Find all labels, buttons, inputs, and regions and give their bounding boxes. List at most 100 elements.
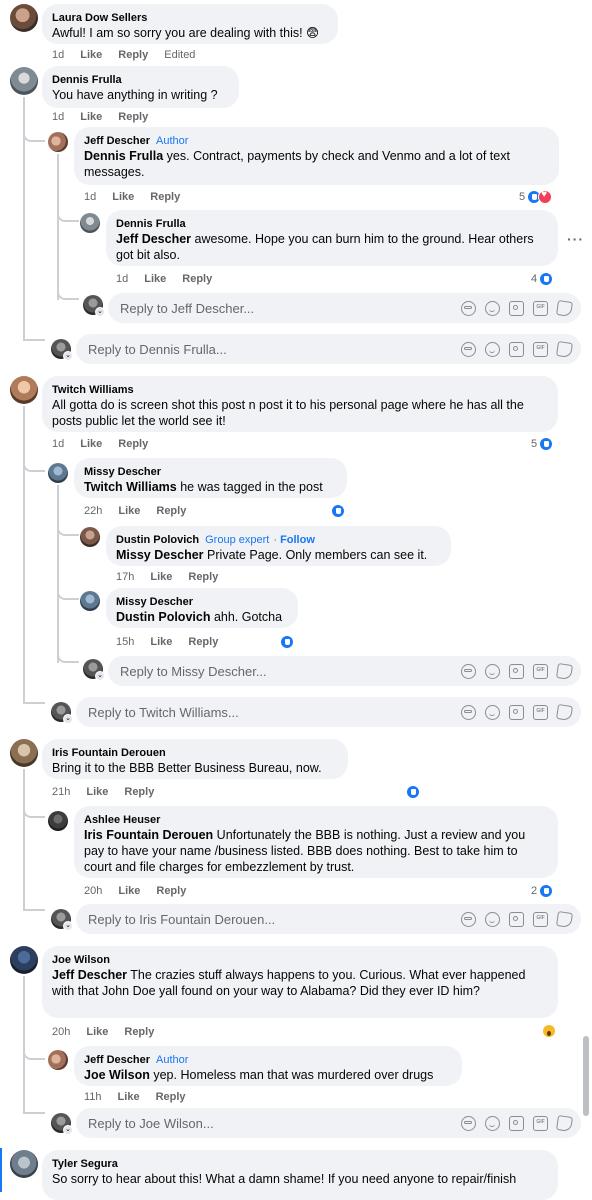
avatar-sticker-icon[interactable]	[461, 704, 476, 720]
avatar[interactable]	[10, 376, 38, 404]
gif-icon[interactable]	[533, 704, 548, 720]
mention-link[interactable]: Dustin Polovich	[116, 610, 210, 624]
group-expert-badge[interactable]: Group expert	[205, 534, 269, 546]
reply-author-name[interactable]: Dustin Polovich	[116, 534, 199, 546]
chevron-down-icon[interactable]: ⌄	[63, 1125, 73, 1135]
comment-author[interactable]: Joe Wilson	[52, 953, 548, 967]
chevron-down-icon[interactable]: ⌄	[63, 351, 73, 361]
chevron-down-icon[interactable]: ⌄	[95, 671, 105, 681]
avatar[interactable]	[80, 591, 100, 611]
camera-icon[interactable]	[509, 911, 524, 927]
emoji-icon[interactable]	[485, 704, 500, 720]
sticker-icon[interactable]	[556, 662, 573, 680]
gif-icon[interactable]	[533, 341, 548, 357]
follow-link[interactable]: · Follow	[273, 534, 315, 546]
reply-author[interactable]: Ashlee Heuser	[84, 813, 548, 827]
reply-button[interactable]: Reply	[150, 191, 180, 203]
reply-time[interactable]: 22h	[84, 505, 102, 517]
mention-link[interactable]: Dennis Frulla	[84, 149, 163, 163]
sticker-icon[interactable]	[556, 340, 573, 358]
comment-author[interactable]: Dennis Frulla	[52, 73, 229, 87]
avatar[interactable]	[10, 67, 38, 95]
avatar[interactable]	[10, 739, 38, 767]
gif-icon[interactable]	[533, 300, 548, 316]
emoji-icon[interactable]	[485, 1115, 500, 1131]
reply-button[interactable]: Reply	[188, 571, 218, 583]
reply-time[interactable]: 1d	[84, 191, 96, 203]
chevron-down-icon[interactable]: ⌄	[63, 714, 73, 724]
camera-icon[interactable]	[509, 341, 524, 357]
reply-time[interactable]: 17h	[116, 571, 134, 583]
reply-button[interactable]: Reply	[124, 786, 154, 798]
reply-time[interactable]: 1d	[116, 273, 128, 285]
reply-input[interactable]	[86, 910, 461, 928]
like-button[interactable]: Like	[86, 1026, 108, 1038]
mention-link[interactable]: Jeff Descher	[116, 232, 191, 246]
like-button[interactable]: Like	[80, 111, 102, 123]
like-button[interactable]: Like	[80, 49, 102, 61]
avatar[interactable]	[48, 132, 68, 152]
avatar-sticker-icon[interactable]	[461, 300, 476, 316]
reaction-summary[interactable]: 4	[531, 272, 554, 286]
like-button[interactable]: Like	[86, 786, 108, 798]
avatar[interactable]	[80, 213, 100, 233]
emoji-icon[interactable]	[485, 341, 500, 357]
sticker-icon[interactable]	[556, 299, 573, 317]
chevron-down-icon[interactable]: ⌄	[95, 307, 105, 317]
reply-author[interactable]: Missy Descher	[116, 595, 288, 609]
reaction-summary[interactable]	[542, 1024, 556, 1038]
comment-author[interactable]: Iris Fountain Derouen	[52, 746, 338, 760]
reply-input[interactable]	[86, 703, 461, 721]
avatar[interactable]	[10, 1150, 38, 1178]
camera-icon[interactable]	[509, 1115, 524, 1131]
reaction-summary[interactable]: 2	[531, 884, 554, 898]
more-options-icon[interactable]: ···	[567, 231, 584, 247]
camera-icon[interactable]	[509, 300, 524, 316]
comment-time[interactable]: 1d	[52, 438, 64, 450]
avatar[interactable]	[80, 527, 100, 547]
reply-author-name[interactable]: Jeff Descher	[84, 135, 150, 147]
gif-icon[interactable]	[533, 1115, 548, 1131]
comment-author[interactable]: Laura Dow Sellers	[52, 11, 328, 25]
reply-button[interactable]: Reply	[124, 1026, 154, 1038]
avatar-sticker-icon[interactable]	[461, 1115, 476, 1131]
like-button[interactable]: Like	[118, 505, 140, 517]
emoji-icon[interactable]	[485, 663, 500, 679]
avatar[interactable]	[10, 946, 38, 974]
camera-icon[interactable]	[509, 663, 524, 679]
sticker-icon[interactable]	[556, 910, 573, 928]
comment-time[interactable]: 20h	[52, 1026, 70, 1038]
gif-icon[interactable]	[533, 911, 548, 927]
reaction-summary[interactable]: 5	[519, 189, 553, 204]
like-button[interactable]: Like	[118, 1091, 140, 1103]
like-button[interactable]: Like	[112, 191, 134, 203]
comment-time[interactable]: 1d	[52, 49, 64, 61]
follow-label[interactable]: Follow	[280, 534, 315, 546]
avatar[interactable]	[48, 811, 68, 831]
reply-time[interactable]: 11h	[84, 1091, 102, 1103]
mention-link[interactable]: Jeff Descher	[52, 968, 127, 982]
reply-input[interactable]	[86, 1114, 461, 1132]
avatar-sticker-icon[interactable]	[461, 341, 476, 357]
mention-link[interactable]: Missy Descher	[116, 548, 204, 562]
reaction-summary[interactable]	[406, 785, 420, 799]
avatar[interactable]	[48, 463, 68, 483]
chevron-down-icon[interactable]: ⌄	[63, 921, 73, 931]
reply-author-name[interactable]: Jeff Descher	[84, 1054, 150, 1066]
like-button[interactable]: Like	[80, 438, 102, 450]
reaction-summary[interactable]	[331, 504, 345, 518]
reply-button[interactable]: Reply	[188, 636, 218, 648]
avatar-sticker-icon[interactable]	[461, 663, 476, 679]
like-button[interactable]: Like	[150, 636, 172, 648]
reply-time[interactable]: 20h	[84, 885, 102, 897]
reaction-summary[interactable]: 5	[531, 437, 554, 451]
reply-button[interactable]: Reply	[118, 111, 148, 123]
comment-author[interactable]: Twitch Williams	[52, 383, 548, 397]
scrollbar-thumb[interactable]	[583, 1036, 589, 1116]
mention-link[interactable]: Iris Fountain Derouen	[84, 828, 213, 842]
avatar[interactable]	[48, 1050, 68, 1070]
like-button[interactable]: Like	[118, 885, 140, 897]
avatar-sticker-icon[interactable]	[461, 911, 476, 927]
reply-input[interactable]	[86, 340, 461, 358]
reply-button[interactable]: Reply	[156, 505, 186, 517]
